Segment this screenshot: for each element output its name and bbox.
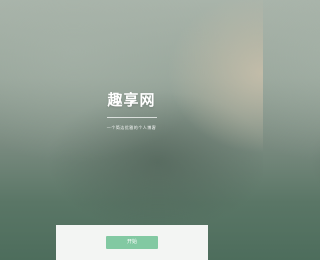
bottom-panel: 开始 [56, 225, 208, 260]
site-title: 趣享网 [107, 91, 156, 109]
site-tagline: 一个简洁优雅的个人博客 [106, 125, 157, 130]
start-button[interactable]: 开始 [106, 236, 158, 249]
hero-section: 趣享网 一个简洁优雅的个人博客 [0, 91, 263, 131]
title-divider [106, 117, 157, 118]
